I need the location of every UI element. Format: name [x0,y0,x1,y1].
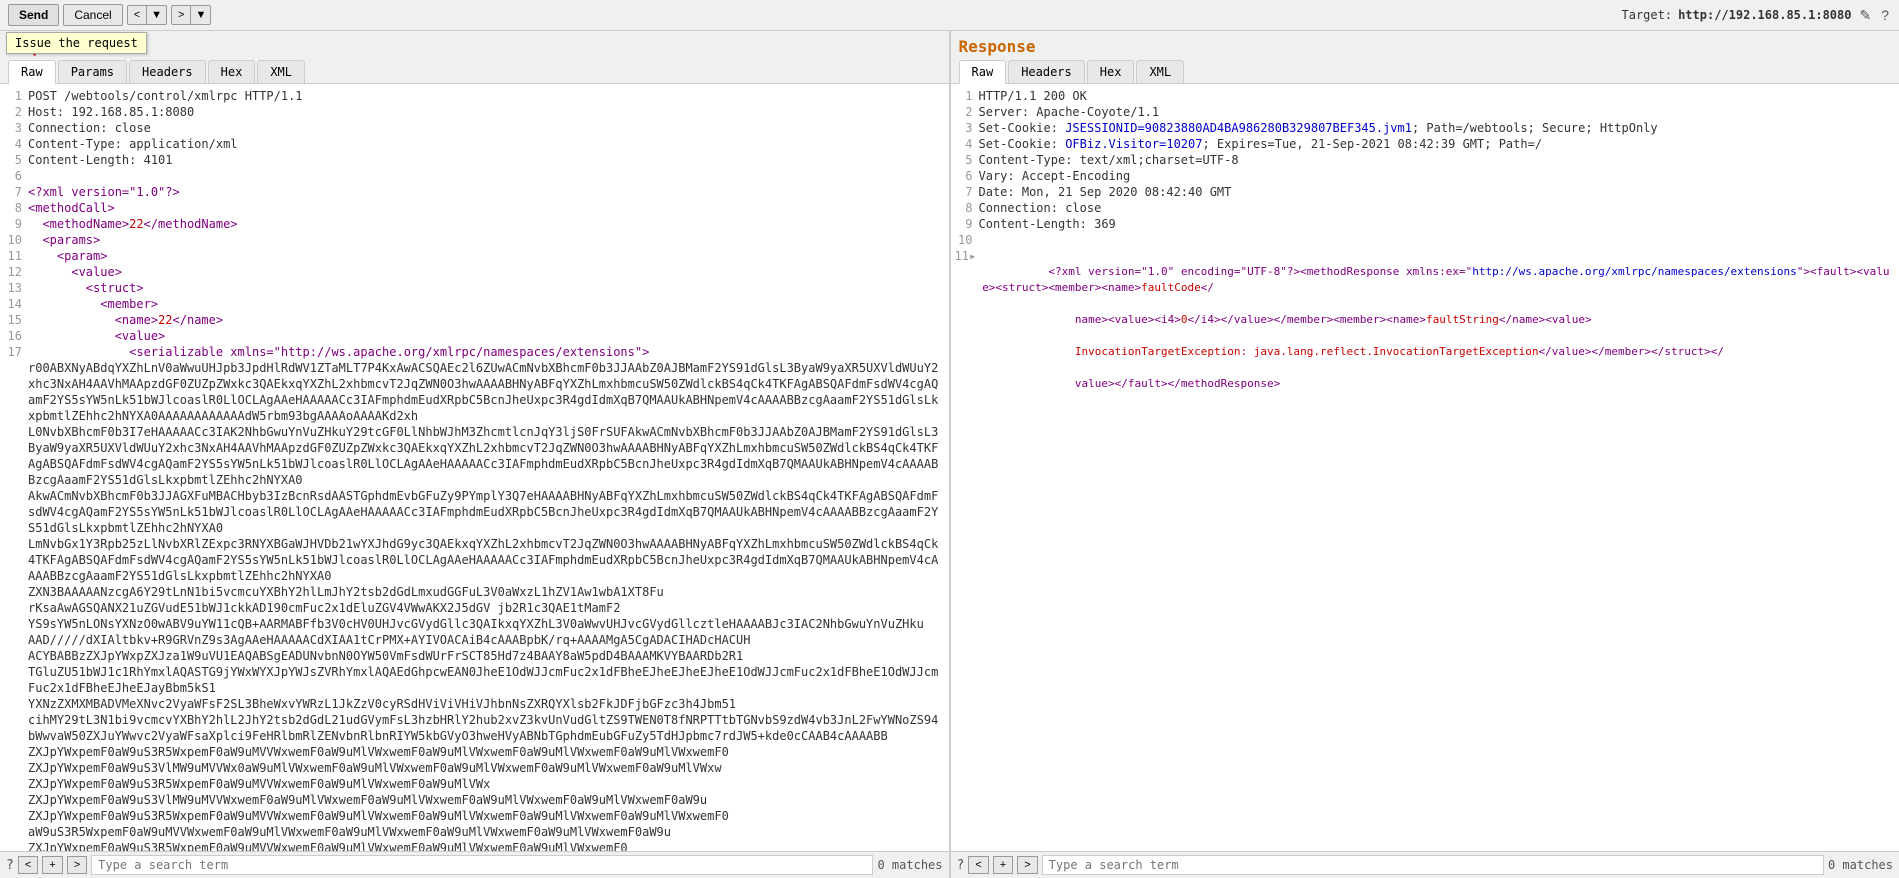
table-row: r00ABXNyABdqYXZhLnV0aWwuUHJpb3JpdHlRdWV1… [4,360,945,424]
table-row: ACYBABBzZXJpYWxpZXJza1W9uVU1EAQABSgEADUN… [4,648,945,664]
next-button[interactable]: > [171,5,190,25]
table-row: cihMY29tL3N1bi9vcmcvYXBhY2hlL2JhY2tsb2dG… [4,712,945,744]
table-row: ZXJpYWxpemF0aW9uS3R5WxpemF0aW9uMVVWxwemF… [4,744,945,760]
edit-target-button[interactable]: ✎ [1857,5,1873,26]
table-row: 12 <value> [4,264,945,280]
response-search-bar: ? < + > 0 matches [951,851,1899,878]
table-row: rKsaAwAGSQANX21uZGVudE51bWJ1ckkAD190cmFu… [4,600,945,616]
table-row: ZXJpYWxpemF0aW9uS3VlMW9uMVVWx0aW9uMlVWxw… [4,760,945,776]
table-row: 6Vary: Accept-Encoding [955,168,1896,184]
request-search-prev-button[interactable]: < [18,856,38,874]
table-row: AAD/////dXIAltbkv+R9GRVnZ9s3AgAAeHAAAAAC… [4,632,945,648]
tab-request-params[interactable]: Params [58,60,127,83]
table-row: AkwACmNvbXBhcmF0b3JJAGXFuMBACHbyb3IzBcnR… [4,488,945,536]
response-search-add-button[interactable]: + [993,856,1013,874]
table-row: LmNvbGx1Y3Rpb25zLlNvbXRlZExpc3RNYXBGaWJH… [4,536,945,584]
table-row: 2Server: Apache-Coyote/1.1 [955,104,1896,120]
prev-button[interactable]: < [127,5,146,25]
response-search-prev-button[interactable]: < [968,856,988,874]
table-row: aW9uS3R5WxpemF0aW9uMVVWxwemF0aW9uMlVWxwe… [4,824,945,840]
target-url: http://192.168.85.1:8080 [1678,8,1851,22]
toolbar: Send Cancel < ▼ > ▼ Issue the request Ta… [0,0,1899,31]
tab-request-xml[interactable]: XML [257,60,305,83]
table-row: 1POST /webtools/control/xmlrpc HTTP/1.1 [4,88,945,104]
request-search-add-button[interactable]: + [42,856,62,874]
response-search-input[interactable] [1042,855,1824,875]
table-row: 5Content-Length: 4101 [4,152,945,168]
table-row: 9Content-Length: 369 [955,216,1896,232]
table-row: 10 <params> [4,232,945,248]
table-row: 13 <struct> [4,280,945,296]
table-row: 5Content-Type: text/xml;charset=UTF-8 [955,152,1896,168]
request-search-help-icon[interactable]: ? [6,858,14,873]
response-title: Response [951,31,1899,60]
request-search-next-button[interactable]: > [67,856,87,874]
table-row: 4Content-Type: application/xml [4,136,945,152]
request-matches-label: 0 matches [877,858,942,872]
table-row: 2Host: 192.168.85.1:8080 [4,104,945,120]
table-row: TGluZU51bWJ1c1RhYmxlAQASTG9jYWxWYXJpYWJs… [4,664,945,696]
next-dropdown-button[interactable]: ▼ [190,5,211,25]
tab-request-hex[interactable]: Hex [208,60,256,83]
table-row: ZXJpYWxpemF0aW9uS3R5WxpemF0aW9uMVVWxwemF… [4,776,945,792]
tab-response-xml[interactable]: XML [1136,60,1184,83]
cancel-button[interactable]: Cancel [63,4,122,26]
response-tabs: Raw Headers Hex XML [951,60,1899,84]
tab-response-raw[interactable]: Raw [959,60,1007,84]
table-row: 14 <member> [4,296,945,312]
send-button[interactable]: Send [8,4,59,26]
table-row: ZXJpYWxpemF0aW9uS3VlMW9uMVVWxwemF0aW9uMl… [4,792,945,808]
table-row: 7<?xml version="1.0"?> [4,184,945,200]
next-nav-group: > ▼ [171,5,211,25]
table-row: 1HTTP/1.1 200 OK [955,88,1896,104]
response-search-next-button[interactable]: > [1017,856,1037,874]
table-row: YXNzZXMXMBADVMeXNvc2VyaWFsF2SL3BheWxvYWR… [4,696,945,712]
table-row: 7Date: Mon, 21 Sep 2020 08:42:40 GMT [955,184,1896,200]
table-row: 3Set-Cookie: JSESSIONID=90823880AD4BA986… [955,120,1896,136]
tab-request-headers[interactable]: Headers [129,60,206,83]
table-row: 9 <methodName>22</methodName> [4,216,945,232]
tab-response-headers[interactable]: Headers [1008,60,1085,83]
table-row: 3Connection: close [4,120,945,136]
table-row: 16 <value> [4,328,945,344]
table-row: 17 <serializable xmlns="http://ws.apache… [4,344,945,360]
table-row: 10 [955,232,1896,248]
table-row: 11 <param> [4,248,945,264]
prev-dropdown-button[interactable]: ▼ [146,5,167,25]
main-content: Request Raw Params Headers Hex XML 1POST… [0,31,1899,878]
response-editor[interactable]: 1HTTP/1.1 200 OK 2Server: Apache-Coyote/… [951,84,1899,851]
target-label: Target: [1622,8,1673,22]
table-row: ZXN3BAAAAANzcgA6Y29tLnN1bi5vcmcuYXBhY2hl… [4,584,945,600]
request-panel: Request Raw Params Headers Hex XML 1POST… [0,31,951,878]
request-search-input[interactable] [91,855,873,875]
tab-response-hex[interactable]: Hex [1087,60,1135,83]
prev-nav-group: < ▼ [127,5,167,25]
request-tabs: Raw Params Headers Hex XML [0,60,949,84]
table-row: 4Set-Cookie: OFBiz.Visitor=10207; Expire… [955,136,1896,152]
tab-request-raw[interactable]: Raw [8,60,56,84]
table-row: 8Connection: close [955,200,1896,216]
table-row: 6 [4,168,945,184]
response-search-help-icon[interactable]: ? [957,858,965,873]
response-panel: Response Raw Headers Hex XML 1HTTP/1.1 2… [951,31,1899,878]
help-target-button[interactable]: ? [1879,5,1891,25]
request-search-bar: ? < + > 0 matches [0,851,949,878]
request-editor[interactable]: 1POST /webtools/control/xmlrpc HTTP/1.1 … [0,84,949,851]
send-tooltip: Issue the request [6,32,147,54]
table-row: 8<methodCall> [4,200,945,216]
table-row: ZXJpYWxpemF0aW9uS3R5WxpemF0aW9uMVVWxwemF… [4,840,945,851]
table-row: L0NvbXBhcmF0b3I7eHAAAAACc3IAK2NhbGwuYnVu… [4,424,945,488]
table-row: YS9sYW5nLONsYXNzO0wABV9uYW11cQB+AARMABFf… [4,616,945,632]
table-row: 11▸ <?xml version="1.0" encoding="UTF-8"… [955,248,1896,408]
table-row: ZXJpYWxpemF0aW9uS3R5WxpemF0aW9uMVVWxwemF… [4,808,945,824]
response-matches-label: 0 matches [1828,858,1893,872]
target-info: Target: http://192.168.85.1:8080 ✎ ? [1622,5,1892,26]
table-row: 15 <name>22</name> [4,312,945,328]
